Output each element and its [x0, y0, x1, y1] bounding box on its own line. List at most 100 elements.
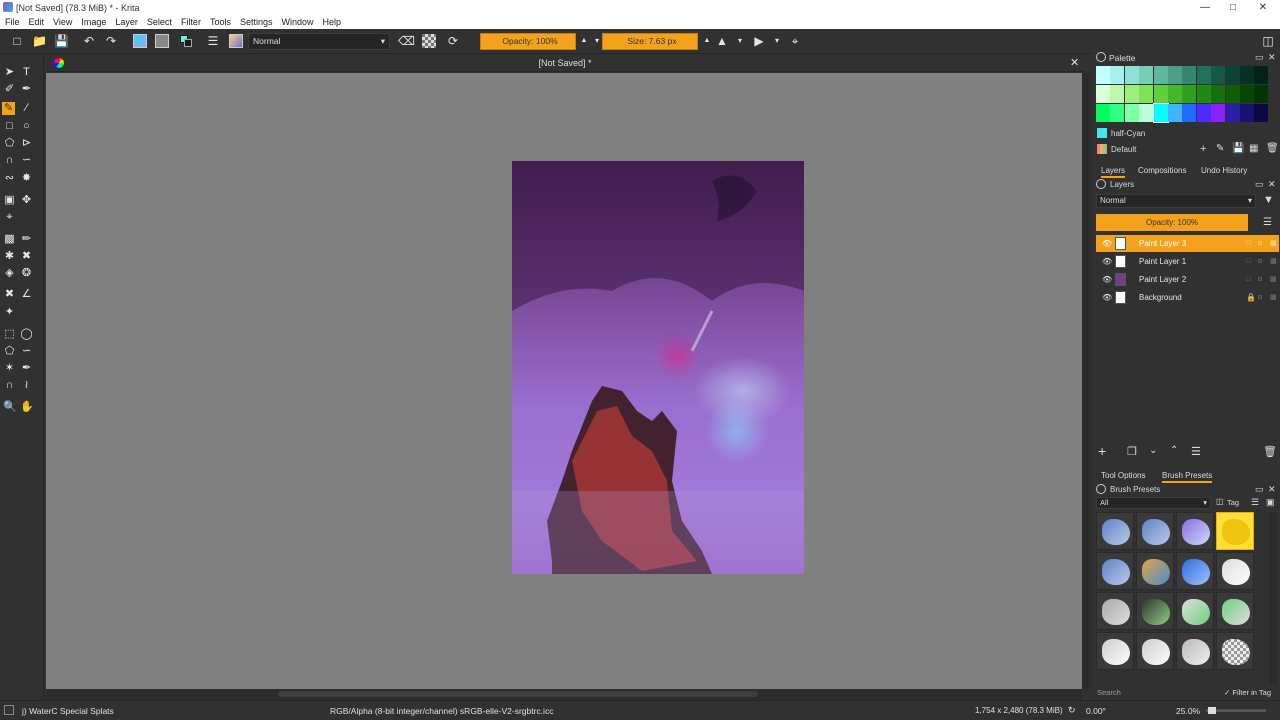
brush-preset[interactable]: [1216, 552, 1254, 590]
brush-preset[interactable]: [1136, 632, 1174, 670]
palette-swatch[interactable]: [1254, 104, 1269, 122]
brush-preset[interactable]: [1096, 592, 1134, 630]
crop-tool-icon[interactable]: ⌖: [3, 211, 16, 224]
menu-layer[interactable]: Layer: [115, 17, 138, 27]
rotation-icon[interactable]: ↻: [1068, 705, 1076, 716]
brush-preset[interactable]: [1136, 552, 1174, 590]
brush-preset[interactable]: [1096, 552, 1134, 590]
brush-preset[interactable]: [1176, 632, 1214, 670]
blend-mode-select[interactable]: Normal ▾: [248, 33, 390, 50]
brush-preset[interactable]: [1096, 512, 1134, 550]
wrap-around-icon[interactable]: ⌖: [788, 34, 802, 48]
brush-preset[interactable]: [1096, 632, 1134, 670]
palette-book-icon[interactable]: [1097, 144, 1107, 154]
layer-opacity-slider[interactable]: Opacity: 100%: [1096, 214, 1248, 231]
alpha-lock-icon[interactable]: α: [1258, 235, 1262, 252]
reference-image-icon[interactable]: ✦: [3, 306, 16, 319]
tab-compositions[interactable]: Compositions: [1138, 166, 1186, 175]
visibility-eye-icon[interactable]: 👁: [1102, 235, 1112, 252]
brush-settings-icon[interactable]: ☰: [206, 34, 220, 48]
menu-help[interactable]: Help: [323, 17, 342, 27]
menu-filter[interactable]: Filter: [181, 17, 201, 27]
horizontal-scrollbar[interactable]: [46, 689, 1082, 700]
palette-swatch[interactable]: [1225, 66, 1240, 84]
preset-search-input[interactable]: Search: [1097, 688, 1121, 697]
inherit-alpha-icon[interactable]: ▩: [1270, 235, 1277, 252]
lock-icon[interactable]: □: [1246, 253, 1250, 270]
size-slider[interactable]: Size: 7.63 px: [602, 33, 698, 50]
bezier-tool-icon[interactable]: ∩: [3, 154, 16, 167]
zoom-tool-icon[interactable]: 🔍: [3, 401, 17, 414]
pattern-fill-icon[interactable]: [155, 34, 169, 48]
palette-swatch[interactable]: [1225, 104, 1240, 122]
close-icon[interactable]: ✕: [1248, 0, 1278, 15]
tag-button[interactable]: Tag: [1227, 498, 1239, 507]
smart-patch-icon[interactable]: ✖: [20, 250, 33, 263]
workspace-icon[interactable]: ◫: [1261, 34, 1275, 48]
float-docker-icon[interactable]: ▭: [1255, 484, 1264, 495]
delete-layer-icon[interactable]: 🗑: [1263, 445, 1277, 458]
menu-tools[interactable]: Tools: [210, 17, 231, 27]
reload-preset-icon[interactable]: ⟳: [446, 34, 460, 48]
palette-swatch[interactable]: [1254, 85, 1269, 103]
polygon-select-icon[interactable]: ⬠: [3, 345, 16, 358]
inherit-alpha-icon[interactable]: ▩: [1270, 271, 1277, 288]
freehand-select-icon[interactable]: ∽: [20, 345, 33, 358]
multibrush-icon[interactable]: ✸: [20, 172, 33, 185]
mirror-vertical-icon[interactable]: ▶: [752, 34, 766, 48]
similar-select-icon[interactable]: ✒: [20, 362, 33, 375]
gradient-fill-icon[interactable]: [133, 34, 147, 48]
palette-swatch[interactable]: [1240, 66, 1254, 84]
palette-swatch[interactable]: [1110, 104, 1125, 122]
layer-row[interactable]: 👁 Paint Layer 2 □ α ▩: [1096, 271, 1279, 288]
palette-swatch[interactable]: [1211, 85, 1226, 103]
palette-name[interactable]: Default: [1111, 145, 1136, 154]
float-docker-icon[interactable]: ▭: [1255, 52, 1264, 63]
palette-swatch[interactable]: [1168, 85, 1182, 103]
palette-swatch[interactable]: [1110, 85, 1125, 103]
ellipse-tool-icon[interactable]: ○: [20, 120, 33, 133]
tag-filter-select[interactable]: All ▾: [1096, 497, 1211, 509]
duplicate-layer-icon[interactable]: ❐: [1127, 445, 1137, 458]
tag-icon[interactable]: ◫: [1216, 497, 1224, 506]
palette-swatch[interactable]: [1182, 104, 1197, 122]
palette-swatches[interactable]: [1096, 66, 1269, 124]
menu-window[interactable]: Window: [281, 17, 313, 27]
palette-swatch[interactable]: [1110, 66, 1125, 84]
view-mode-icon[interactable]: ☰: [1251, 497, 1259, 508]
ellipse-select-icon[interactable]: ◯: [20, 328, 33, 341]
alpha-lock-icon[interactable]: α: [1258, 289, 1262, 306]
menu-file[interactable]: File: [5, 17, 20, 27]
measure-tool-icon[interactable]: ∠: [20, 288, 33, 301]
eraser-icon[interactable]: ⌫: [398, 34, 415, 48]
palette-swatch[interactable]: [1153, 66, 1168, 84]
palette-swatch[interactable]: [1254, 66, 1269, 84]
open-folder-icon[interactable]: 📁: [32, 34, 47, 48]
vertical-scrollbar[interactable]: [1082, 73, 1092, 689]
transform-tool-icon[interactable]: ▣: [3, 194, 16, 207]
layer-name[interactable]: Paint Layer 3: [1139, 235, 1186, 252]
close-document-icon[interactable]: ✕: [1070, 55, 1079, 72]
freehand-path-icon[interactable]: ∽: [20, 154, 33, 167]
save-icon[interactable]: 💾: [54, 34, 69, 48]
line-tool-icon[interactable]: ∕: [20, 102, 33, 115]
gradient-tool-icon[interactable]: ▩: [3, 233, 16, 246]
palette-swatch[interactable]: [1196, 66, 1211, 84]
presets-scrollbar[interactable]: [1269, 512, 1277, 684]
palette-swatch[interactable]: [1211, 66, 1226, 84]
inherit-alpha-icon[interactable]: ▩: [1270, 253, 1277, 270]
layer-row[interactable]: 👁 Paint Layer 1 □ α ▩: [1096, 253, 1279, 270]
menu-settings[interactable]: Settings: [240, 17, 273, 27]
close-docker-icon[interactable]: ✕: [1268, 484, 1276, 495]
text-tool-icon[interactable]: T: [20, 66, 33, 79]
tab-tool-options[interactable]: Tool Options: [1101, 471, 1145, 480]
palette-swatch[interactable]: [1124, 104, 1139, 122]
palette-swatch[interactable]: [1182, 66, 1197, 84]
palette-swatch[interactable]: [1196, 85, 1211, 103]
move-layer-down-icon[interactable]: ⌄: [1149, 445, 1157, 456]
horizontal-scroll-thumb[interactable]: [278, 691, 758, 697]
brush-preset[interactable]: [1216, 632, 1254, 670]
brush-preset[interactable]: [1136, 512, 1174, 550]
document-canvas[interactable]: [512, 161, 804, 574]
visibility-eye-icon[interactable]: 👁: [1102, 253, 1112, 270]
